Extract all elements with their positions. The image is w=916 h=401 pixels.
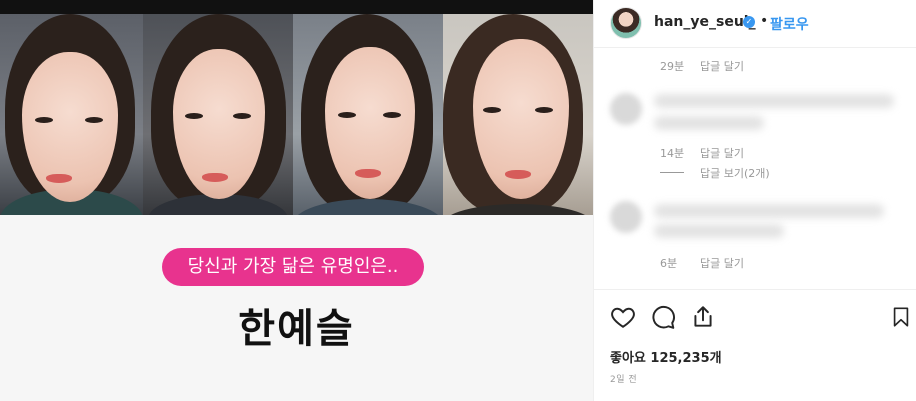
separator-dot: • [760,13,769,29]
face-photo-2 [143,14,293,215]
reply-button[interactable]: 답글 달기 [700,58,744,74]
comments-list[interactable]: 29분 답글 달기 14분 답글 달기 답글 보기(2개) 6분 답글 달기 [594,48,916,289]
face-photo-3 [293,14,443,215]
reply-button[interactable]: 답글 달기 [700,145,744,161]
bookmark-icon[interactable] [890,304,912,330]
result-banner: 당신과 가장 닮은 유명인은.. [162,248,424,286]
share-icon[interactable] [690,304,716,330]
view-replies-button[interactable]: 답글 보기(2개) [700,165,770,181]
follow-button[interactable]: 팔로우 [770,14,809,34]
username-link[interactable]: han_ye_seul_ [654,14,756,30]
comment-avatar-blurred[interactable] [610,93,642,125]
reply-button[interactable]: 답글 달기 [700,255,744,271]
comment-time: 14분 [660,147,685,160]
face-photo-strip [0,14,593,215]
face-photo-4 [443,14,593,215]
verified-check-icon: ✓ [743,16,755,28]
post-timestamp[interactable]: 2일 전 [610,372,637,385]
comment-text-blurred [654,224,784,238]
post-image: 당신과 가장 닮은 유명인은.. 한예슬 [0,0,593,401]
heart-icon[interactable] [610,304,636,330]
comment-icon[interactable] [650,304,676,330]
comment-text-blurred [654,204,884,218]
celebrity-name: 한예슬 [238,306,355,352]
comment-time: 29분 [660,60,685,73]
post-actions: 좋아요 125,235개 2일 전 [594,289,916,401]
comment-avatar-blurred[interactable] [610,201,642,233]
comment-text-blurred [654,116,764,130]
like-count[interactable]: 좋아요 125,235개 [610,347,722,366]
post-header: han_ye_seul_ ✓ • 팔로우 [594,0,916,48]
post-sidebar: han_ye_seul_ ✓ • 팔로우 29분 답글 달기 14분 답글 달기… [593,0,916,401]
avatar[interactable] [610,7,642,39]
comment-time: 6분 [660,257,678,270]
face-photo-1 [0,14,143,215]
comment-text-blurred [654,94,894,108]
image-top-bar [0,0,593,14]
replies-divider [660,172,684,173]
